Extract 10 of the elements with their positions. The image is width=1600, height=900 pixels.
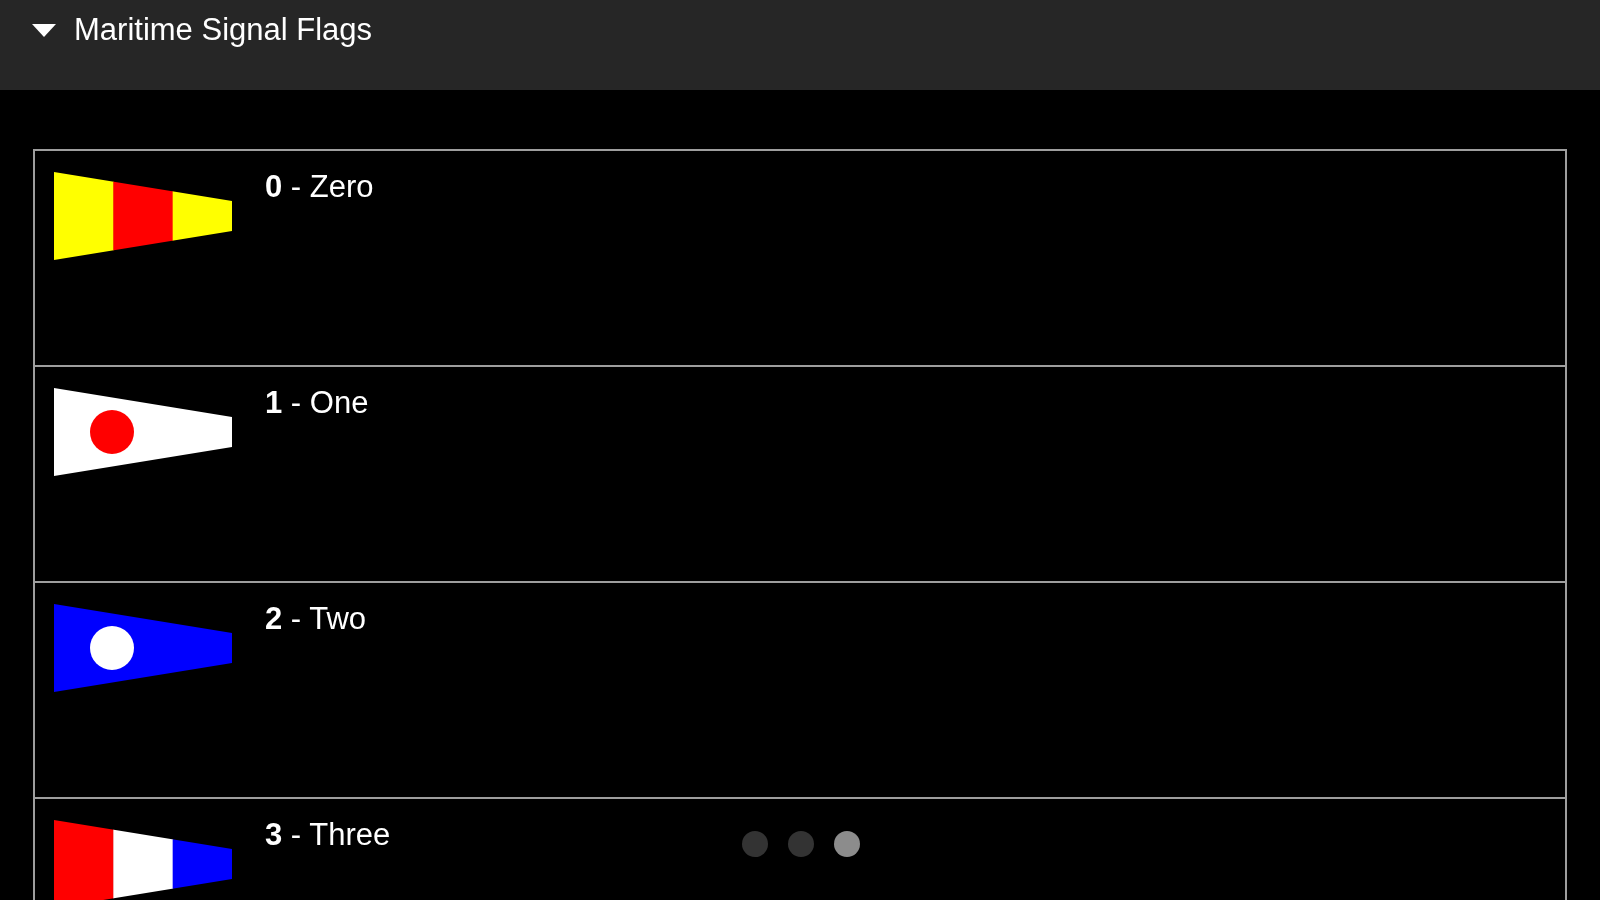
flag-card[interactable]: 1 - One (33, 365, 1567, 581)
flag-card[interactable]: 3 - Three (33, 797, 1567, 900)
flag-card[interactable]: 2 - Two (33, 581, 1567, 797)
flag-label: 0 - Zero (265, 171, 374, 202)
section-title[interactable]: Maritime Signal Flags (74, 6, 373, 54)
caret-icon[interactable] (32, 22, 56, 38)
flag-card[interactable]: 0 - Zero (33, 149, 1567, 365)
flag-label: 1 - One (265, 387, 369, 418)
flag-label: 2 - Two (265, 603, 367, 634)
flag-label: 3 - Three (265, 819, 391, 850)
